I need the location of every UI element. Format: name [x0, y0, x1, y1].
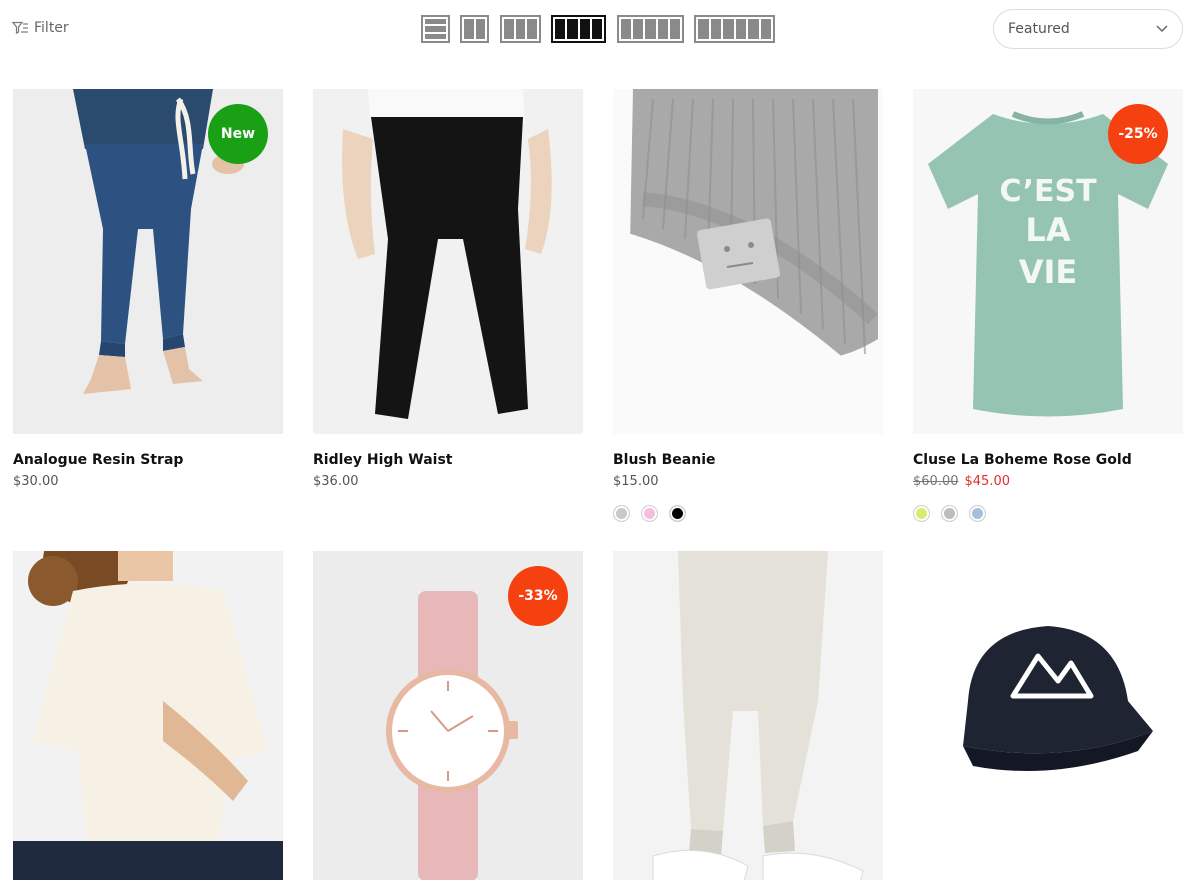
- discount-badge: -25%: [1108, 104, 1168, 164]
- color-swatch-black[interactable]: [669, 505, 686, 522]
- grid-5-columns-button[interactable]: [617, 15, 684, 43]
- grid-3-columns-button[interactable]: [500, 15, 541, 43]
- product-price: $30.00: [13, 474, 59, 489]
- product-image-link[interactable]: [913, 551, 1183, 880]
- filter-button[interactable]: Filter: [12, 20, 69, 36]
- product-card: C’EST LA VIE -25% Cluse La Boheme Rose G…: [913, 89, 1183, 522]
- product-title[interactable]: Ridley High Waist: [313, 452, 583, 468]
- color-swatch-lime[interactable]: [913, 505, 930, 522]
- sort-select[interactable]: Featured: [993, 9, 1183, 49]
- product-title[interactable]: Blush Beanie: [613, 452, 883, 468]
- product-image-black-pants: [313, 89, 583, 434]
- collection-toolbar: Filter Featured: [0, 0, 1195, 60]
- product-image-grey-beanie: [613, 89, 883, 434]
- svg-text:LA: LA: [1025, 211, 1070, 249]
- sale-price: $45.00: [964, 474, 1011, 489]
- color-swatches: [613, 505, 883, 522]
- chevron-down-icon: [1156, 25, 1168, 33]
- product-card: [913, 551, 1183, 880]
- color-swatch-grey[interactable]: [941, 505, 958, 522]
- color-swatch-blue[interactable]: [969, 505, 986, 522]
- product-image-link[interactable]: [313, 89, 583, 434]
- product-image-link[interactable]: New: [13, 89, 283, 434]
- color-swatch-pink[interactable]: [641, 505, 658, 522]
- grid-6-columns-button[interactable]: [694, 15, 775, 43]
- product-title[interactable]: Analogue Resin Strap: [13, 452, 283, 468]
- product-card: Ridley High Waist $36.00: [313, 89, 583, 489]
- grid-list-button[interactable]: [421, 15, 450, 43]
- svg-text:C’EST: C’EST: [999, 174, 1097, 209]
- color-swatches: [913, 505, 1183, 522]
- product-card: New Analogue Resin Strap $30.00: [13, 89, 283, 489]
- product-image-link[interactable]: -33%: [313, 551, 583, 880]
- product-title[interactable]: Cluse La Boheme Rose Gold: [913, 452, 1183, 468]
- filter-icon: [12, 21, 28, 34]
- product-image-cream-joggers: [613, 551, 883, 880]
- product-price: $15.00: [613, 474, 659, 489]
- grid-2-columns-button[interactable]: [460, 15, 489, 43]
- product-image-black-cap: [913, 551, 1183, 880]
- product-image-link[interactable]: [13, 551, 283, 880]
- product-image-white-knit-top: [13, 551, 283, 880]
- product-image-link[interactable]: [613, 89, 883, 434]
- color-swatch-grey[interactable]: [613, 505, 630, 522]
- filter-label: Filter: [34, 20, 69, 36]
- sort-selected-value: Featured: [1008, 21, 1070, 37]
- discount-badge: -33%: [508, 566, 568, 626]
- product-image-link[interactable]: C’EST LA VIE -25%: [913, 89, 1183, 434]
- product-price: $60.00 $45.00: [913, 474, 1183, 489]
- product-card: -33%: [313, 551, 583, 880]
- product-card: [613, 551, 883, 880]
- svg-text:VIE: VIE: [1019, 253, 1078, 291]
- grid-4-columns-button[interactable]: [551, 15, 606, 43]
- product-card: [13, 551, 283, 880]
- product-price: $36.00: [313, 474, 359, 489]
- original-price: $60.00: [913, 474, 959, 489]
- product-card: Blush Beanie $15.00: [613, 89, 883, 522]
- product-image-link[interactable]: [613, 551, 883, 880]
- new-badge: New: [208, 104, 268, 164]
